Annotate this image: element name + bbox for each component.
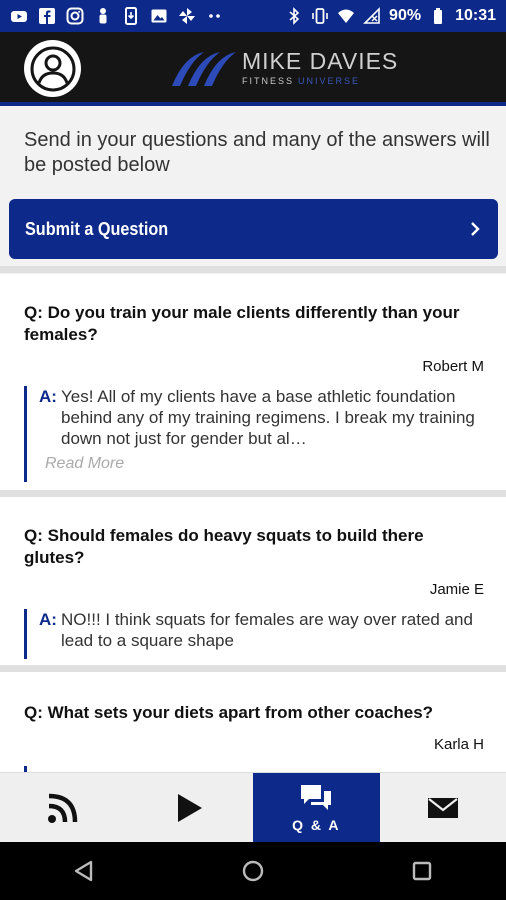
clock: 10:31 <box>455 7 496 24</box>
battery-percent: 90% <box>389 7 422 24</box>
profile-avatar-button[interactable] <box>24 40 81 97</box>
question-author: Jamie E <box>429 581 484 598</box>
intro-text: Send in your questions and many of the a… <box>24 129 490 176</box>
answer-block: A: Yes! All of my clients have a base at… <box>24 386 484 482</box>
brand-sub-fitness: FITNESS <box>242 76 295 86</box>
app-header: MIKE DAVIES FITNESS UNIVERSE <box>0 32 506 106</box>
recents-button[interactable] <box>402 851 442 891</box>
no-signal-icon <box>363 7 381 25</box>
brand-logo: MIKE DAVIES FITNESS UNIVERSE <box>170 46 400 92</box>
tab-video[interactable] <box>127 773 254 842</box>
play-icon <box>177 793 202 822</box>
bottom-tab-bar: Q & A <box>0 772 506 842</box>
brand-title: MIKE DAVIES <box>242 48 399 74</box>
system-nav-bar <box>0 842 506 900</box>
chat-icon <box>301 784 332 810</box>
notification-icons <box>10 7 224 25</box>
facebook-icon <box>38 7 56 25</box>
person-icon <box>94 7 112 25</box>
answer-text: NO!!! I think squats for females are way… <box>61 610 473 650</box>
read-more-link[interactable]: Read More <box>45 455 484 473</box>
wifi-icon <box>337 7 355 25</box>
vibrate-icon <box>311 7 329 25</box>
question-text: Q: What sets your diets apart from other… <box>24 703 434 722</box>
chevron-right-icon <box>471 222 480 236</box>
phone-icon <box>122 7 140 25</box>
youtube-icon <box>10 7 28 25</box>
question-text: Q: Should females do heavy squats to bui… <box>24 526 424 567</box>
submit-question-button[interactable]: Submit a Question <box>9 199 498 259</box>
pinwheel-icon <box>178 7 196 25</box>
divider <box>0 665 506 672</box>
answer-block: A: NO!!! I think squats for females are … <box>24 609 484 659</box>
user-icon <box>30 46 75 91</box>
qa-card[interactable]: Q: Do you train your male clients differ… <box>0 274 506 490</box>
home-button[interactable] <box>233 851 273 891</box>
image-icon <box>150 7 168 25</box>
question-text: Q: Do you train your male clients differ… <box>24 303 460 344</box>
back-icon <box>75 860 93 882</box>
answer-text: Yes! All of my clients have a base athle… <box>61 387 475 448</box>
swoosh-logo-icon <box>172 52 236 86</box>
back-button[interactable] <box>64 851 104 891</box>
battery-icon <box>429 7 447 25</box>
submit-question-label: Submit a Question <box>25 218 169 239</box>
qa-list[interactable]: Q: Do you train your male clients differ… <box>0 274 506 772</box>
mail-icon <box>427 797 458 818</box>
system-status: 90% 10:31 <box>285 7 496 25</box>
more-dots-icon <box>206 7 224 25</box>
recents-icon <box>412 861 431 881</box>
tab-qa[interactable]: Q & A <box>253 773 380 842</box>
bluetooth-icon <box>285 7 303 25</box>
brand-sub-universe: UNIVERSE <box>298 76 361 86</box>
answer-prefix: A: <box>39 610 57 629</box>
question-author: Robert M <box>422 358 484 375</box>
tab-contact[interactable] <box>380 773 506 842</box>
rss-icon <box>48 793 78 823</box>
status-bar: 90% 10:31 <box>0 0 506 32</box>
qa-card[interactable]: Q: What sets your diets apart from other… <box>0 672 506 772</box>
tab-qa-label: Q & A <box>292 816 341 833</box>
question-author: Karla H <box>433 736 484 753</box>
divider <box>0 266 506 273</box>
brand-subtitle: FITNESS UNIVERSE <box>242 76 360 86</box>
divider <box>0 490 506 497</box>
qa-card[interactable]: Q: Should females do heavy squats to bui… <box>0 497 506 665</box>
home-icon <box>242 860 264 882</box>
instagram-icon <box>66 7 84 25</box>
tab-feed[interactable] <box>0 773 127 842</box>
answer-prefix: A: <box>39 387 57 406</box>
